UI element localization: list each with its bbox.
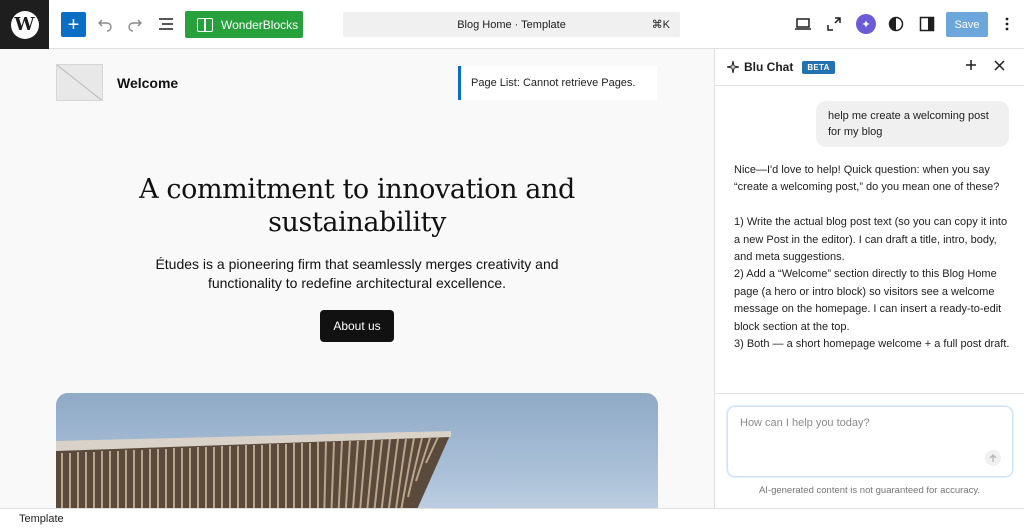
chat-composer[interactable]: [727, 406, 1013, 477]
document-overview-icon[interactable]: [154, 12, 178, 36]
chat-input[interactable]: [740, 417, 990, 429]
hero-paragraph[interactable]: Études is a pioneering firm that seamles…: [140, 255, 574, 293]
ai-sparkle-icon[interactable]: ✦: [856, 14, 876, 34]
about-us-button[interactable]: About us: [320, 310, 394, 342]
command-shortcut: ⌘K: [651, 19, 670, 31]
send-arrow-icon: [989, 453, 997, 462]
save-button[interactable]: Save: [946, 12, 988, 37]
assistant-option: 1) Write the actual blog post text (so y…: [734, 216, 1008, 264]
chat-title: Blu Chat: [744, 60, 794, 74]
add-block-button[interactable]: +: [61, 12, 86, 37]
message-fade: [715, 374, 1024, 394]
redo-icon[interactable]: [123, 12, 147, 36]
undo-icon[interactable]: [93, 12, 117, 36]
plus-icon: +: [67, 13, 80, 36]
desktop-preview-icon[interactable]: [791, 12, 815, 36]
chat-title-group: Blu Chat BETA: [727, 60, 835, 74]
wordpress-logo-letter: W: [14, 14, 35, 35]
close-chat-button[interactable]: [994, 58, 1005, 74]
page-list-notice[interactable]: Page List: Cannot retrieve Pages.: [458, 66, 657, 100]
new-chat-button[interactable]: [965, 58, 977, 76]
assistant-message: Nice—I'd love to help! Quick question: w…: [734, 162, 1014, 353]
assistant-option: 3) Both — a short homepage welcome + a f…: [734, 338, 1010, 351]
building-photo: [56, 431, 451, 508]
send-button[interactable]: [985, 450, 1001, 466]
sidebar-toggle-icon[interactable]: [915, 12, 939, 36]
external-view-icon[interactable]: [822, 12, 846, 36]
beta-badge: BETA: [802, 60, 835, 74]
chat-header: Blu Chat BETA: [715, 49, 1024, 86]
chat-composer-area: AI-generated content is not guaranteed f…: [715, 393, 1024, 508]
editor-canvas[interactable]: Welcome Page List: Cannot retrieve Pages…: [0, 49, 714, 508]
wonderblocks-label: WonderBlocks: [221, 17, 299, 32]
wonderblocks-icon: [197, 17, 213, 32]
hero-heading[interactable]: A commitment to innovation and sustainab…: [120, 173, 594, 239]
hero-image[interactable]: [56, 393, 658, 508]
breadcrumb[interactable]: Template: [19, 513, 64, 525]
more-options-icon[interactable]: [995, 12, 1019, 36]
template-title: Blog Home · Template: [457, 18, 566, 31]
command-palette-bar[interactable]: Blog Home · Template ⌘K: [343, 12, 680, 37]
plus-icon: [966, 60, 976, 70]
styles-contrast-icon[interactable]: [884, 12, 908, 36]
editor-toolbar: W + WonderBlocks Blog Home · Template ⌘K…: [0, 0, 1024, 49]
site-title[interactable]: Welcome: [117, 75, 178, 91]
status-bar: Template: [0, 508, 1024, 528]
blu-chat-panel: Blu Chat BETA help me create a welcoming…: [714, 49, 1024, 508]
assistant-intro: Nice—I'd love to help! Quick question: w…: [734, 164, 1000, 194]
site-preview: Welcome Page List: Cannot retrieve Pages…: [0, 49, 714, 508]
site-logo-placeholder[interactable]: [56, 64, 103, 101]
close-icon: [994, 60, 1005, 71]
user-message: help me create a welcoming post for my b…: [816, 101, 1009, 147]
ai-disclaimer: AI-generated content is not guaranteed f…: [758, 485, 981, 496]
wonderblocks-button[interactable]: WonderBlocks: [185, 11, 303, 38]
assistant-option: 2) Add a “Welcome” section directly to t…: [734, 268, 1002, 333]
wordpress-logo-icon[interactable]: W: [0, 0, 49, 49]
sparkle-icon: [727, 61, 739, 73]
